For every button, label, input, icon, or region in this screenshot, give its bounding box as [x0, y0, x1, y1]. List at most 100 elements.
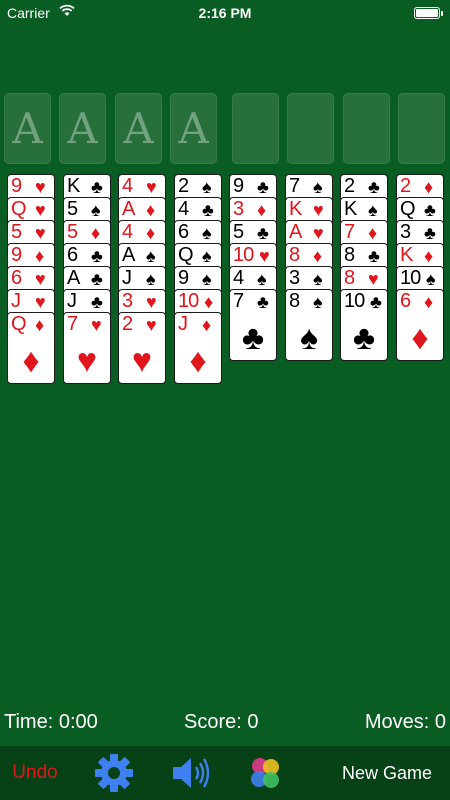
gear-icon [95, 754, 133, 792]
game-center-button[interactable] [245, 746, 285, 800]
card-center-suit: ♣ [241, 319, 265, 357]
card-rank: 7 [344, 221, 355, 243]
speaker-icon [173, 758, 210, 788]
card-rank: 5 [67, 221, 78, 243]
card-suit: ♣ [91, 292, 103, 312]
card-rank: 3 [233, 198, 244, 220]
card-suit: ♣ [424, 200, 436, 220]
playing-card[interactable]: 6 ♦ ♦ [396, 289, 444, 361]
card-suit: ♣ [257, 177, 269, 197]
card-rank: A [67, 267, 80, 289]
card-rank: 6 [400, 290, 411, 312]
card-rank: K [400, 244, 413, 266]
card-suit: ♦ [146, 200, 156, 220]
foundation-pile-2[interactable]: A [59, 93, 106, 164]
sound-button[interactable] [168, 746, 214, 800]
card-rank: 2 [122, 313, 133, 335]
card-suit: ♥ [35, 177, 46, 197]
battery-icon [414, 7, 443, 19]
foundation-pile-3[interactable]: A [115, 93, 162, 164]
card-suit: ♦ [146, 223, 156, 243]
settings-button[interactable] [92, 746, 136, 800]
playing-card[interactable]: 2 ♥ ♥ [118, 312, 166, 384]
undo-button[interactable]: Undo [4, 746, 66, 800]
new-game-button[interactable]: New Game [332, 746, 442, 800]
card-rank: Q [178, 244, 194, 266]
card-suit: ♥ [368, 269, 379, 289]
card-rank: 7 [233, 290, 244, 312]
card-rank: Q [11, 313, 27, 335]
card-rank: 5 [11, 221, 22, 243]
time-label: Time: 0:00 [4, 711, 98, 733]
card-rank: 10 [344, 290, 365, 312]
card-center-suit: ♦ [189, 342, 207, 380]
foundation-label: A [178, 104, 209, 153]
card-suit: ♦ [91, 223, 101, 243]
card-suit: ♦ [35, 315, 45, 335]
foundation-pile-4[interactable]: A [170, 93, 217, 164]
card-rank: A [122, 198, 135, 220]
playing-card[interactable]: 8 ♠ ♠ [285, 289, 333, 361]
status-bar: Carrier 2:16 PM [0, 0, 450, 26]
card-suit: ♣ [202, 200, 214, 220]
card-rank: 8 [344, 244, 355, 266]
card-rank: 5 [233, 221, 244, 243]
card-suit: ♦ [424, 177, 434, 197]
card-suit: ♠ [257, 269, 267, 289]
card-suit: ♣ [91, 246, 103, 266]
card-suit: ♥ [146, 177, 157, 197]
card-suit: ♣ [368, 246, 380, 266]
card-rank: J [11, 290, 21, 312]
card-rank: 4 [122, 175, 133, 197]
playing-card[interactable]: Q ♦ ♦ [7, 312, 55, 384]
card-suit: ♠ [202, 246, 212, 266]
card-center-suit: ♠ [299, 319, 319, 357]
card-suit: ♦ [35, 246, 45, 266]
card-center-suit: ♦ [411, 319, 429, 357]
card-rank: 4 [122, 221, 133, 243]
free-cell-2[interactable] [287, 93, 334, 164]
playing-card[interactable]: 7 ♥ ♥ [63, 312, 111, 384]
card-rank: 6 [11, 267, 22, 289]
card-center-suit: ♦ [22, 342, 40, 380]
card-rank: 8 [289, 244, 300, 266]
card-rank: 2 [178, 175, 189, 197]
foundation-pile-1[interactable]: A [4, 93, 51, 164]
card-center-suit: ♥ [131, 342, 153, 380]
card-rank: 6 [67, 244, 78, 266]
card-suit: ♥ [35, 269, 46, 289]
playing-card[interactable]: 10 ♣ ♣ [340, 289, 388, 361]
card-center-suit: ♥ [76, 342, 98, 380]
card-suit: ♥ [259, 246, 270, 266]
card-suit: ♣ [91, 177, 103, 197]
card-rank: 3 [289, 267, 300, 289]
card-suit: ♦ [368, 223, 378, 243]
card-rank: J [122, 267, 132, 289]
card-rank: 4 [178, 198, 189, 220]
card-suit: ♥ [35, 223, 46, 243]
card-rank: 9 [11, 175, 22, 197]
card-rank: A [289, 221, 302, 243]
card-suit: ♣ [370, 292, 382, 312]
card-rank: 8 [289, 290, 300, 312]
playing-card[interactable]: J ♦ ♦ [174, 312, 222, 384]
card-rank: Q [400, 198, 416, 220]
card-suit: ♥ [35, 200, 46, 220]
card-suit: ♠ [368, 200, 378, 220]
free-cell-1[interactable] [232, 93, 279, 164]
card-rank: J [67, 290, 77, 312]
card-rank: J [178, 313, 188, 335]
playing-card[interactable]: 7 ♣ ♣ [229, 289, 277, 361]
card-suit: ♦ [424, 292, 434, 312]
free-cell-4[interactable] [398, 93, 445, 164]
free-cell-3[interactable] [343, 93, 390, 164]
card-rank: K [289, 198, 302, 220]
card-rank: 3 [400, 221, 411, 243]
card-suit: ♠ [202, 269, 212, 289]
card-rank: 7 [67, 313, 78, 335]
foundation-label: A [123, 104, 154, 153]
card-rank: 3 [122, 290, 133, 312]
card-suit: ♥ [146, 292, 157, 312]
card-rank: 9 [233, 175, 244, 197]
card-rank: 8 [344, 267, 355, 289]
